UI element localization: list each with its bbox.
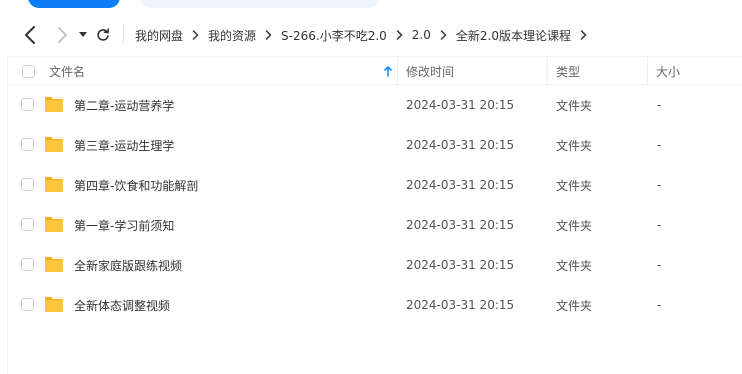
breadcrumb-separator-icon bbox=[440, 30, 447, 40]
column-header-type-label: 类型 bbox=[556, 64, 581, 79]
select-all-checkbox-cell[interactable] bbox=[22, 57, 35, 85]
refresh-button[interactable] bbox=[94, 26, 112, 44]
top-action-button[interactable] bbox=[28, 0, 120, 8]
column-header-mtime-label: 修改时间 bbox=[406, 64, 455, 79]
row-checkbox[interactable] bbox=[21, 98, 34, 111]
row-checkbox[interactable] bbox=[21, 218, 34, 231]
breadcrumb-item[interactable]: 2.0 bbox=[412, 28, 431, 42]
top-search-bar[interactable] bbox=[140, 0, 380, 8]
file-size: - bbox=[657, 298, 662, 312]
breadcrumb-separator-icon bbox=[192, 30, 199, 40]
folder-icon bbox=[45, 137, 63, 152]
modified-time: 2024-03-31 20:15 bbox=[406, 98, 515, 112]
file-type: 文件夹 bbox=[556, 178, 593, 193]
breadcrumb-separator-icon bbox=[580, 30, 587, 40]
file-size: - bbox=[657, 258, 662, 272]
column-divider[interactable] bbox=[647, 57, 648, 85]
breadcrumb-item[interactable]: 我的网盘 bbox=[135, 27, 183, 44]
forward-button[interactable] bbox=[52, 25, 72, 45]
back-button[interactable] bbox=[20, 25, 40, 45]
folder-icon bbox=[45, 297, 63, 312]
modified-time: 2024-03-31 20:15 bbox=[406, 138, 515, 152]
file-name[interactable]: 第一章-学习前须知 bbox=[74, 205, 174, 245]
file-size: - bbox=[657, 218, 662, 232]
navigation-bar: 我的网盘 我的资源 S-266.小李不吃2.0 2.0 全新2.0版本理论课程 bbox=[0, 20, 742, 50]
table-header: 文件名 修改时间 类型 大小 bbox=[8, 56, 742, 85]
refresh-icon bbox=[97, 28, 110, 41]
column-header-mtime[interactable]: 修改时间 bbox=[406, 57, 454, 85]
sort-indicator[interactable] bbox=[384, 57, 392, 85]
folder-icon bbox=[45, 177, 63, 192]
file-list: 第二章-运动营养学 2024-03-31 20:15 文件夹 - 第三章-运动生理学 20… bbox=[8, 85, 742, 325]
folder-icon bbox=[45, 257, 63, 272]
file-size: - bbox=[657, 98, 662, 112]
file-size: - bbox=[657, 138, 662, 152]
column-divider[interactable] bbox=[547, 57, 548, 85]
column-header-size-label: 大小 bbox=[656, 64, 681, 79]
modified-time: 2024-03-31 20:15 bbox=[406, 218, 515, 232]
table-row[interactable]: 第二章-运动营养学 2024-03-31 20:15 文件夹 - bbox=[8, 85, 742, 125]
column-divider[interactable] bbox=[397, 57, 398, 85]
column-header-type[interactable]: 类型 bbox=[556, 57, 580, 85]
row-checkbox[interactable] bbox=[21, 178, 34, 191]
file-type: 文件夹 bbox=[556, 298, 593, 313]
file-name[interactable]: 全新家庭版跟练视频 bbox=[74, 245, 182, 285]
file-type: 文件夹 bbox=[556, 138, 593, 153]
file-type: 文件夹 bbox=[556, 258, 593, 273]
table-row[interactable]: 全新家庭版跟练视频 2024-03-31 20:15 文件夹 - bbox=[8, 245, 742, 285]
caret-down-icon bbox=[79, 32, 87, 37]
column-header-name[interactable]: 文件名 bbox=[49, 57, 85, 85]
file-type: 文件夹 bbox=[556, 98, 593, 113]
row-checkbox[interactable] bbox=[21, 138, 34, 151]
breadcrumb-item[interactable]: 我的资源 bbox=[208, 27, 256, 44]
breadcrumb-item[interactable]: 全新2.0版本理论课程 bbox=[456, 27, 571, 44]
chevron-right-icon bbox=[58, 27, 67, 43]
table-row[interactable]: 全新体态调整视频 2024-03-31 20:15 文件夹 - bbox=[8, 285, 742, 325]
modified-time: 2024-03-31 20:15 bbox=[406, 178, 515, 192]
file-name[interactable]: 第三章-运动生理学 bbox=[74, 125, 174, 165]
history-dropdown-button[interactable] bbox=[76, 27, 90, 43]
breadcrumb: 我的网盘 我的资源 S-266.小李不吃2.0 2.0 全新2.0版本理论课程 bbox=[135, 20, 596, 50]
table-row[interactable]: 第三章-运动生理学 2024-03-31 20:15 文件夹 - bbox=[8, 125, 742, 165]
row-checkbox[interactable] bbox=[21, 258, 34, 271]
file-name[interactable]: 第四章-饮食和功能解剖 bbox=[74, 165, 198, 205]
nav-divider bbox=[123, 26, 124, 44]
row-checkbox[interactable] bbox=[21, 298, 34, 311]
sort-up-arrow-icon bbox=[384, 65, 392, 77]
column-header-name-label: 文件名 bbox=[49, 64, 86, 79]
file-name[interactable]: 第二章-运动营养学 bbox=[74, 85, 174, 125]
file-size: - bbox=[657, 178, 662, 192]
breadcrumb-separator-icon bbox=[396, 30, 403, 40]
select-all-checkbox[interactable] bbox=[22, 64, 35, 78]
chevron-left-icon bbox=[25, 26, 35, 44]
folder-icon bbox=[45, 217, 63, 232]
file-type: 文件夹 bbox=[556, 218, 593, 233]
modified-time: 2024-03-31 20:15 bbox=[406, 298, 515, 312]
file-name[interactable]: 全新体态调整视频 bbox=[74, 285, 170, 325]
table-row[interactable]: 第四章-饮食和功能解剖 2024-03-31 20:15 文件夹 - bbox=[8, 165, 742, 205]
breadcrumb-item[interactable]: S-266.小李不吃2.0 bbox=[281, 27, 387, 44]
column-header-size[interactable]: 大小 bbox=[656, 57, 680, 85]
folder-icon bbox=[45, 97, 63, 112]
table-row[interactable]: 第一章-学习前须知 2024-03-31 20:15 文件夹 - bbox=[8, 205, 742, 245]
breadcrumb-separator-icon bbox=[265, 30, 272, 40]
modified-time: 2024-03-31 20:15 bbox=[406, 258, 515, 272]
